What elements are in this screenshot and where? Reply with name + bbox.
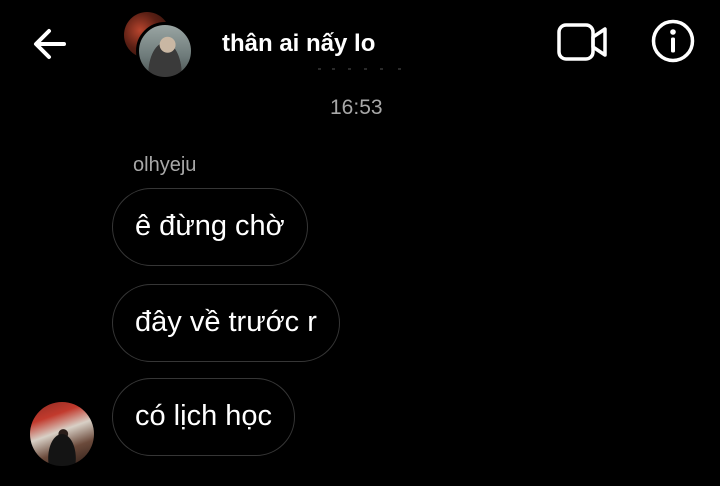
divider	[318, 68, 401, 70]
info-icon	[651, 19, 695, 63]
contact-name[interactable]: thân ai nấy lo	[222, 30, 375, 58]
avatar-primary	[136, 22, 194, 80]
sender-name: olhyeju	[133, 154, 197, 176]
info-button[interactable]	[650, 18, 696, 64]
chat-header: thân ai nấy lo	[0, 0, 720, 88]
message-timestamp: 16:53	[330, 96, 383, 119]
message-bubble[interactable]: ê đừng chờ	[112, 188, 308, 266]
video-camera-icon	[557, 23, 607, 61]
back-button[interactable]	[28, 22, 72, 66]
video-call-button[interactable]	[556, 20, 610, 64]
message-bubble[interactable]: đây về trước r	[112, 284, 340, 362]
message-bubble[interactable]: có lịch học	[112, 378, 296, 456]
sender-avatar[interactable]	[30, 402, 94, 466]
arrow-left-icon	[34, 29, 66, 59]
group-avatar[interactable]	[124, 10, 196, 80]
